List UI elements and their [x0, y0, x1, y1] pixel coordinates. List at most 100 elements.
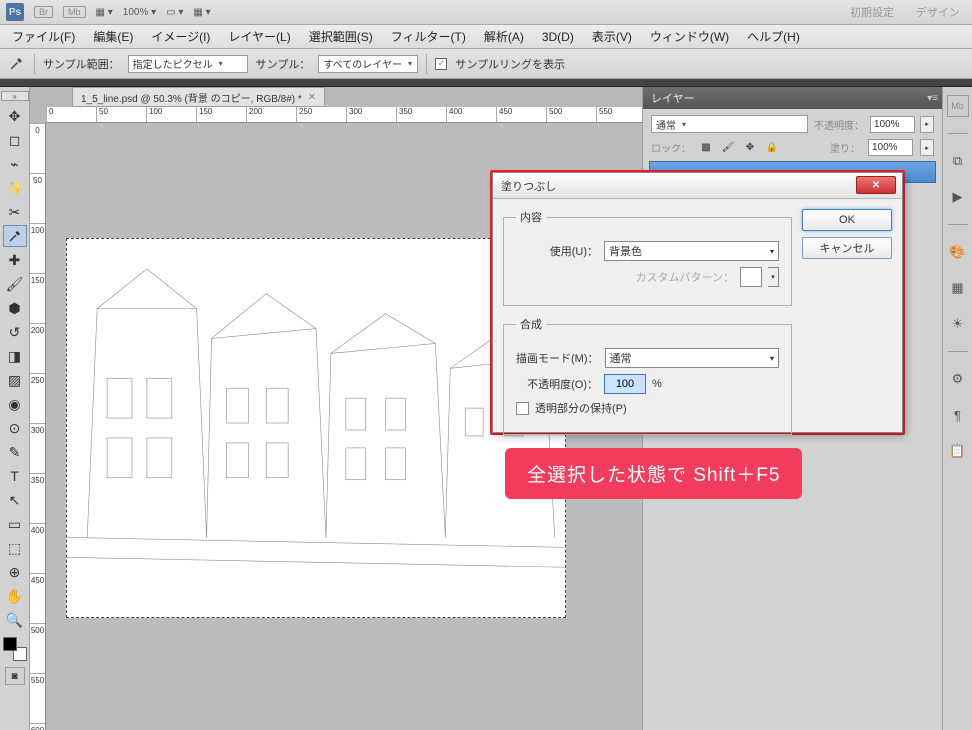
layers-panel-header[interactable]: レイヤー▾≡: [643, 87, 942, 109]
custom-pattern-label: カスタムパターン：: [516, 269, 734, 285]
contents-fieldset: 内容 使用(U)： 背景色▾ カスタムパターン： ▾: [503, 209, 792, 306]
gradient-tool[interactable]: ▨: [3, 369, 27, 391]
zoom-tool[interactable]: 🔍: [3, 609, 27, 631]
app-logo-icon: Ps: [6, 3, 24, 21]
menu-edit[interactable]: 編集(E): [85, 25, 141, 48]
menu-bar: ファイル(F) 編集(E) イメージ(I) レイヤー(L) 選択範囲(S) フィ…: [0, 25, 972, 49]
lasso-tool[interactable]: ⌁: [3, 153, 27, 175]
workspace-init-button[interactable]: 初期設定: [844, 4, 900, 20]
color-swatch[interactable]: [3, 637, 27, 661]
bridge-badge[interactable]: Br: [34, 6, 53, 18]
opacity-unit: %: [652, 378, 662, 390]
dialog-title: 塗りつぶし: [501, 178, 556, 194]
dlg-opacity-input[interactable]: [604, 374, 646, 394]
menu-image[interactable]: イメージ(I): [143, 25, 218, 48]
styles-icon[interactable]: ▦: [947, 277, 969, 299]
fill-dialog: 塗りつぶし ✕ 内容 使用(U)： 背景色▾ カスタムパターン： ▾ 合成 描画…: [492, 172, 903, 433]
history-brush-tool[interactable]: ↺: [3, 321, 27, 343]
history-icon[interactable]: ⧉: [947, 150, 969, 172]
document-tab-title: 1_5_line.psd @ 50.3% (背景 のコピー, RGB/8#) *: [81, 90, 302, 105]
ok-button[interactable]: OK: [802, 209, 892, 231]
lock-all-icon[interactable]: 🔒: [765, 141, 779, 155]
eraser-tool[interactable]: ◨: [3, 345, 27, 367]
zoom-level[interactable]: 100% ▾: [123, 7, 156, 18]
lock-move-icon[interactable]: ✥: [743, 141, 757, 155]
path-tool[interactable]: ↖: [3, 489, 27, 511]
fill-field[interactable]: 100%: [868, 139, 913, 156]
menu-file[interactable]: ファイル(F): [4, 25, 83, 48]
character-icon[interactable]: 📋: [947, 440, 969, 462]
brush-tool[interactable]: 🖌: [3, 273, 27, 295]
opacity-label: 不透明度：: [814, 117, 864, 132]
dodge-tool[interactable]: ⊙: [3, 417, 27, 439]
panel-menu-icon[interactable]: ▾≡: [927, 93, 938, 104]
close-icon[interactable]: ✕: [308, 92, 316, 103]
pen-tool[interactable]: ✎: [3, 441, 27, 463]
menu-analysis[interactable]: 解析(A): [476, 25, 532, 48]
blend-mode-select[interactable]: 通常▾: [651, 115, 808, 133]
quickmask-toggle[interactable]: ◙: [5, 667, 25, 685]
menu-3d[interactable]: 3D(D): [534, 27, 582, 47]
adjustments-icon[interactable]: ☀: [947, 313, 969, 335]
dialog-close-button[interactable]: ✕: [856, 176, 896, 194]
type-tool[interactable]: T: [3, 465, 27, 487]
menu-filter[interactable]: フィルター(T): [383, 25, 474, 48]
play-icon[interactable]: ▶: [947, 186, 969, 208]
panel-grip[interactable]: [0, 79, 972, 87]
mode-select[interactable]: 通常▾: [605, 348, 780, 368]
screenmode-dropdown[interactable]: ▦ ▾: [96, 7, 113, 18]
minibridge-badge[interactable]: Mb: [63, 6, 86, 18]
menu-help[interactable]: ヘルプ(H): [739, 25, 808, 48]
hand-tool[interactable]: ✋: [3, 585, 27, 607]
panel-strip: Mb ⧉ ▶ 🎨 ▦ ☀ ⚙ ¶ 📋: [942, 87, 972, 730]
swatches-icon[interactable]: 🎨: [947, 241, 969, 263]
contents-legend: 内容: [516, 209, 546, 225]
menu-window[interactable]: ウィンドウ(W): [642, 25, 737, 48]
blending-fieldset: 合成 描画モード(M)： 通常▾ 不透明度(O)： % 透明部分の保持(P): [503, 316, 792, 435]
fill-stepper[interactable]: ▸: [920, 139, 934, 156]
opacity-stepper[interactable]: ▸: [920, 116, 934, 133]
healing-tool[interactable]: ✚: [3, 249, 27, 271]
shape-tool[interactable]: ▭: [3, 513, 27, 535]
opacity-field[interactable]: 100%: [870, 116, 915, 133]
lock-transparent-icon[interactable]: ▩: [699, 141, 713, 155]
cancel-button[interactable]: キャンセル: [802, 237, 892, 259]
eyedropper-icon: [6, 54, 26, 74]
sample-range-label: サンプル範囲：: [43, 56, 120, 72]
ruler-vertical: 050100150200250300350400450500550600: [30, 123, 46, 730]
eyedropper-tool[interactable]: [3, 225, 27, 247]
stamp-tool[interactable]: ⬢: [3, 297, 27, 319]
sample-layer-label: サンプル：: [256, 56, 311, 72]
3d-camera-tool[interactable]: ⊕: [3, 561, 27, 583]
3d-tool[interactable]: ⬚: [3, 537, 27, 559]
use-select[interactable]: 背景色▾: [604, 241, 779, 261]
blur-tool[interactable]: ◉: [3, 393, 27, 415]
workspace-design-button[interactable]: デザイン: [910, 4, 966, 20]
toolbox: » ✥ ◻ ⌁ ✨ ✂ ✚ 🖌 ⬢ ↺ ◨ ▨ ◉ ⊙ ✎ T ↖ ▭ ⬚ ⊕ …: [0, 87, 30, 730]
view-dropdown[interactable]: ▦ ▾: [193, 7, 210, 18]
instruction-callout: 全選択した状態で Shift＋F5: [505, 448, 802, 499]
toolbox-expand[interactable]: »: [1, 91, 29, 101]
paragraph-icon[interactable]: ¶: [947, 404, 969, 426]
lock-paint-icon[interactable]: 🖌: [721, 141, 735, 155]
arrange-dropdown[interactable]: ▭ ▾: [166, 7, 183, 18]
gear-icon[interactable]: ⚙: [947, 368, 969, 390]
wand-tool[interactable]: ✨: [3, 177, 27, 199]
dialog-title-bar[interactable]: 塗りつぶし ✕: [493, 173, 902, 199]
dlg-opacity-label: 不透明度(O)：: [516, 376, 598, 392]
sample-layer-select[interactable]: すべてのレイヤー▾: [318, 55, 418, 73]
menu-layer[interactable]: レイヤー(L): [220, 25, 298, 48]
preserve-transparency-checkbox[interactable]: [516, 402, 529, 415]
sample-ring-label: サンプルリングを表示: [455, 56, 565, 72]
sample-range-select[interactable]: 指定したピクセル▾: [128, 55, 248, 73]
menu-select[interactable]: 選択範囲(S): [301, 25, 381, 48]
marquee-tool[interactable]: ◻: [3, 129, 27, 151]
document-tab[interactable]: 1_5_line.psd @ 50.3% (背景 のコピー, RGB/8#) *…: [72, 87, 325, 107]
menu-view[interactable]: 表示(V): [584, 25, 640, 48]
mb-icon[interactable]: Mb: [947, 95, 969, 117]
app-bar: Ps Br Mb ▦ ▾ 100% ▾ ▭ ▾ ▦ ▾ 初期設定 デザイン: [0, 0, 972, 25]
move-tool[interactable]: ✥: [3, 105, 27, 127]
options-bar: サンプル範囲： 指定したピクセル▾ サンプル： すべてのレイヤー▾ ✓ サンプル…: [0, 49, 972, 79]
sample-ring-checkbox[interactable]: ✓: [435, 58, 447, 70]
crop-tool[interactable]: ✂: [3, 201, 27, 223]
